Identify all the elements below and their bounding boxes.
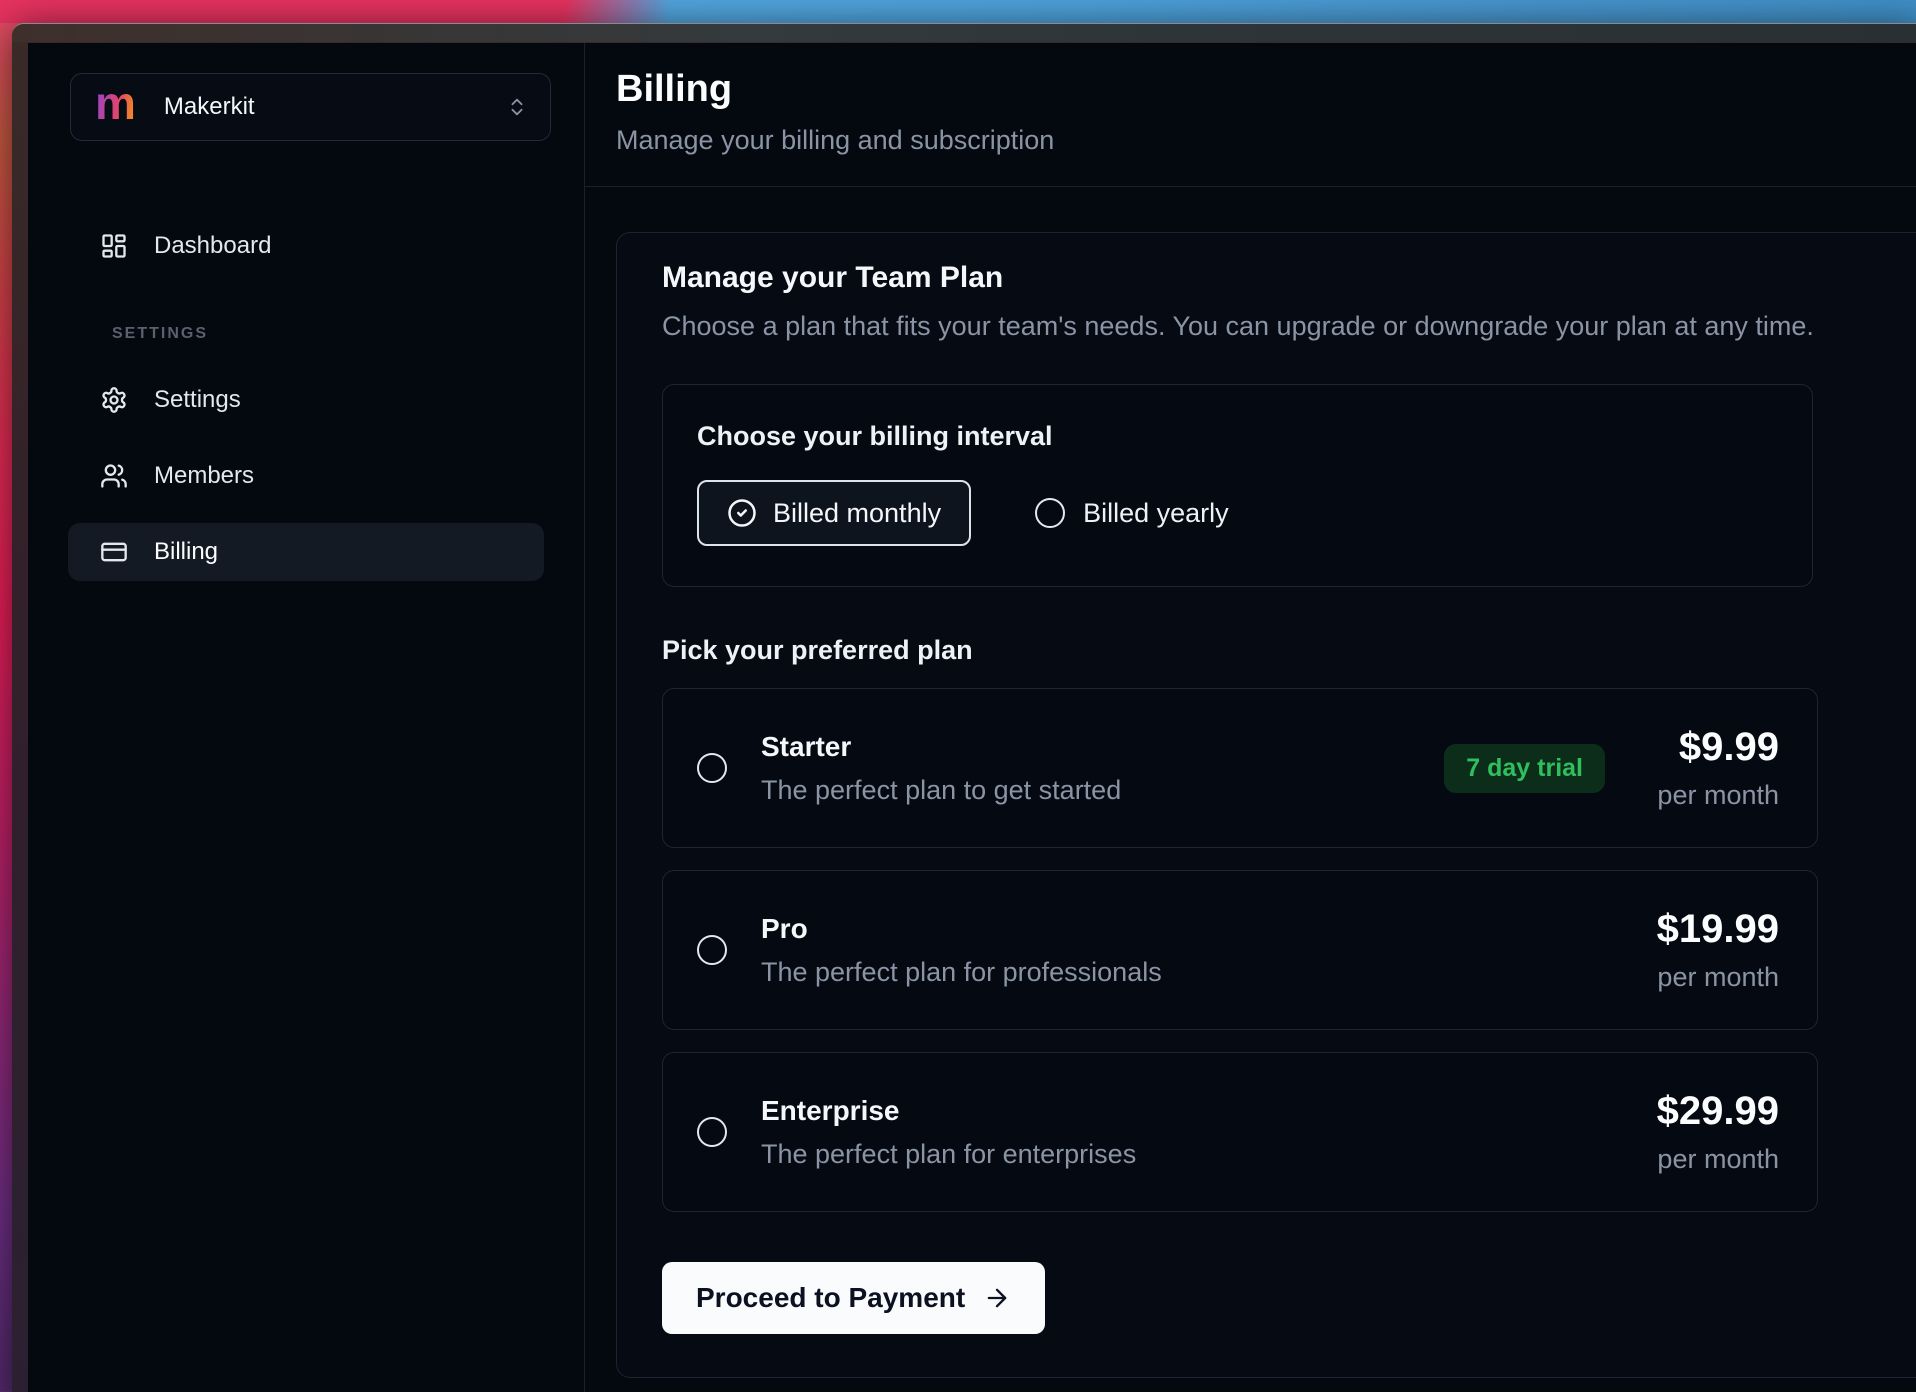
plan-description: The perfect plan for professionals	[761, 957, 1649, 988]
plan-name: Pro	[761, 913, 1649, 945]
plan-price: $9.99	[1649, 725, 1779, 770]
plan-row-enterprise[interactable]: Enterprise The perfect plan for enterpri…	[662, 1052, 1818, 1212]
proceed-to-payment-button[interactable]: Proceed to Payment	[662, 1262, 1045, 1334]
plan-period: per month	[1649, 780, 1779, 811]
plan-row-starter[interactable]: Starter The perfect plan to get started …	[662, 688, 1818, 848]
billing-interval-box: Choose your billing interval Billed mont…	[662, 384, 1813, 587]
gear-icon	[100, 386, 128, 414]
team-plan-card: Manage your Team Plan Choose a plan that…	[616, 232, 1916, 1378]
option-label: Billed yearly	[1083, 498, 1229, 529]
trial-badge: 7 day trial	[1444, 744, 1605, 793]
plan-period: per month	[1649, 1144, 1779, 1175]
radio-circle-icon[interactable]	[697, 935, 727, 965]
plan-texts: Enterprise The perfect plan for enterpri…	[761, 1095, 1649, 1170]
billing-interval-label: Choose your billing interval	[697, 421, 1778, 452]
check-circle-icon	[727, 498, 757, 528]
card-title: Manage your Team Plan	[662, 261, 1866, 295]
desktop-wallpaper	[0, 0, 1916, 23]
users-icon	[100, 462, 128, 490]
button-label: Proceed to Payment	[696, 1282, 965, 1314]
main-content: Billing Manage your billing and subscrip…	[585, 43, 1916, 1392]
price-block: $19.99 per month	[1649, 907, 1779, 993]
sidebar-nav: Dashboard SETTINGS Settings Members	[28, 217, 584, 581]
plan-texts: Pro The perfect plan for professionals	[761, 913, 1649, 988]
credit-card-icon	[100, 538, 128, 566]
plan-picker-label: Pick your preferred plan	[662, 635, 1866, 666]
sidebar-item-label: Settings	[154, 386, 241, 414]
plan-description: The perfect plan for enterprises	[761, 1139, 1649, 1170]
plan-price: $19.99	[1649, 907, 1779, 952]
option-billed-yearly[interactable]: Billed yearly	[1035, 498, 1229, 529]
sidebar-section-settings: SETTINGS	[112, 325, 544, 343]
option-label: Billed monthly	[773, 498, 941, 529]
app-window: m Makerkit Dashboard SETTINGS	[12, 23, 1916, 1392]
sidebar-item-dashboard[interactable]: Dashboard	[68, 217, 544, 275]
billing-interval-options: Billed monthly Billed yearly	[697, 480, 1778, 546]
chevrons-up-down-icon	[506, 96, 528, 118]
sidebar-item-members[interactable]: Members	[68, 447, 544, 505]
sidebar-item-settings[interactable]: Settings	[68, 371, 544, 429]
sidebar: m Makerkit Dashboard SETTINGS	[28, 43, 585, 1392]
radio-circle-icon[interactable]	[697, 1117, 727, 1147]
page-subtitle: Manage your billing and subscription	[616, 125, 1916, 156]
page-title: Billing	[616, 68, 1916, 111]
sidebar-item-label: Billing	[154, 538, 218, 566]
workspace-name: Makerkit	[164, 93, 506, 121]
plan-description: The perfect plan to get started	[761, 775, 1444, 806]
plan-period: per month	[1649, 962, 1779, 993]
sidebar-item-billing[interactable]: Billing	[68, 523, 544, 581]
sidebar-item-label: Dashboard	[154, 232, 271, 260]
plan-row-pro[interactable]: Pro The perfect plan for professionals $…	[662, 870, 1818, 1030]
sidebar-item-label: Members	[154, 462, 254, 490]
card-description: Choose a plan that fits your team's need…	[662, 311, 1866, 342]
header-divider	[585, 186, 1916, 187]
plan-name: Enterprise	[761, 1095, 1649, 1127]
makerkit-logo: m	[95, 80, 136, 126]
arrow-right-icon	[983, 1284, 1011, 1312]
plan-price: $29.99	[1649, 1089, 1779, 1134]
app-root: m Makerkit Dashboard SETTINGS	[28, 43, 1916, 1392]
plan-name: Starter	[761, 731, 1444, 763]
window-titlebar	[12, 24, 1916, 42]
radio-circle-icon	[1035, 498, 1065, 528]
radio-circle-icon[interactable]	[697, 753, 727, 783]
price-block: $29.99 per month	[1649, 1089, 1779, 1175]
plan-texts: Starter The perfect plan to get started	[761, 731, 1444, 806]
price-block: $9.99 per month	[1649, 725, 1779, 811]
workspace-selector[interactable]: m Makerkit	[70, 73, 551, 141]
dashboard-icon	[100, 232, 128, 260]
option-billed-monthly[interactable]: Billed monthly	[697, 480, 971, 546]
